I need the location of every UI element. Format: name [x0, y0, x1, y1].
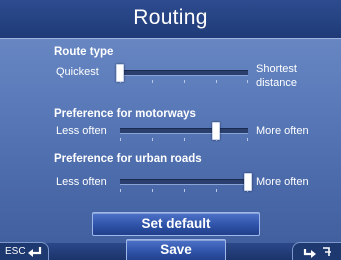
urban-roads-ticks	[120, 189, 248, 192]
motorways-slider-thumb[interactable]	[212, 122, 220, 140]
motorways-label: Preference for motorways	[54, 108, 196, 120]
motorways-slider-track[interactable]	[120, 128, 248, 134]
urban-roads-slider-thumb[interactable]	[244, 173, 252, 191]
urban-roads-label: Preference for urban roads	[54, 153, 202, 165]
route-type-ticks	[120, 80, 248, 83]
esc-back-button[interactable]: ESC	[0, 242, 49, 260]
return-arrow-icon	[28, 247, 42, 257]
route-type-slider-thumb[interactable]	[116, 64, 124, 82]
urban-roads-slider-track[interactable]	[120, 179, 248, 185]
forward-arrow-icon	[303, 247, 331, 258]
route-type-left-label: Quickest	[56, 66, 99, 78]
routing-screen: Routing Route type Quickest Shortest dis…	[0, 0, 341, 260]
route-type-right-label: Shortest	[256, 63, 297, 75]
set-default-button[interactable]: Set default	[92, 212, 260, 236]
urban-roads-left-label: Less often	[56, 176, 107, 188]
save-button[interactable]: Save	[126, 239, 226, 260]
route-type-right-label-2: distance	[256, 77, 297, 89]
esc-label: ESC	[5, 246, 26, 257]
urban-roads-right-label: More often	[256, 176, 309, 188]
title-bar: Routing	[0, 0, 341, 39]
route-type-label: Route type	[54, 46, 114, 58]
motorways-ticks	[120, 138, 248, 141]
forward-button[interactable]	[292, 242, 341, 260]
motorways-right-label: More often	[256, 125, 309, 137]
page-title: Routing	[133, 6, 208, 29]
route-type-slider-track[interactable]	[120, 70, 248, 76]
motorways-left-label: Less often	[56, 125, 107, 137]
